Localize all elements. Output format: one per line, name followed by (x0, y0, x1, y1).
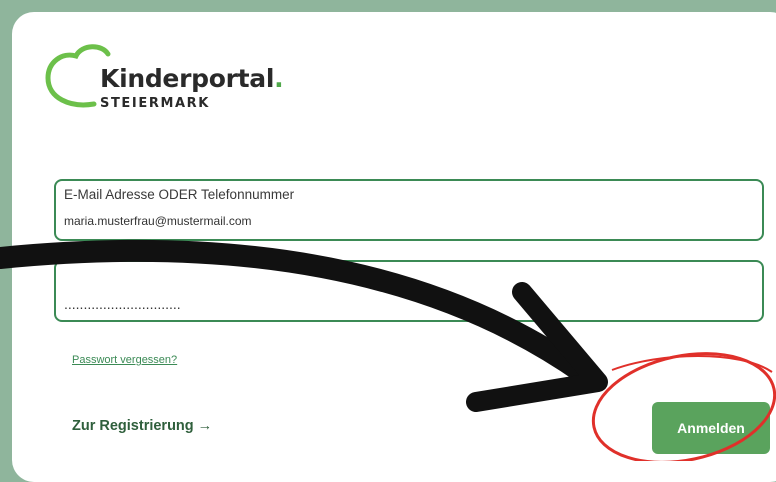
email-field-label: E-Mail Adresse ODER Telefonnummer (64, 187, 295, 202)
login-button[interactable]: Anmelden (652, 402, 770, 454)
password-field-value[interactable]: .............................. (64, 296, 181, 312)
register-link[interactable]: Zur Registrierung → (72, 418, 212, 434)
password-field[interactable]: .............................. (54, 260, 764, 322)
forgot-password-link[interactable]: Passwort vergessen? (72, 354, 177, 366)
login-card: Kinderportal. STEIERMARK E-Mail Adresse … (12, 12, 776, 482)
logo-wordmark: Kinderportal. (100, 64, 284, 93)
logo-subtitle: STEIERMARK (100, 96, 210, 111)
kinderportal-logo: Kinderportal. STEIERMARK (42, 38, 292, 118)
email-field-value[interactable]: maria.musterfrau@mustermail.com (64, 214, 252, 228)
email-field[interactable]: E-Mail Adresse ODER Telefonnummer maria.… (54, 179, 764, 241)
